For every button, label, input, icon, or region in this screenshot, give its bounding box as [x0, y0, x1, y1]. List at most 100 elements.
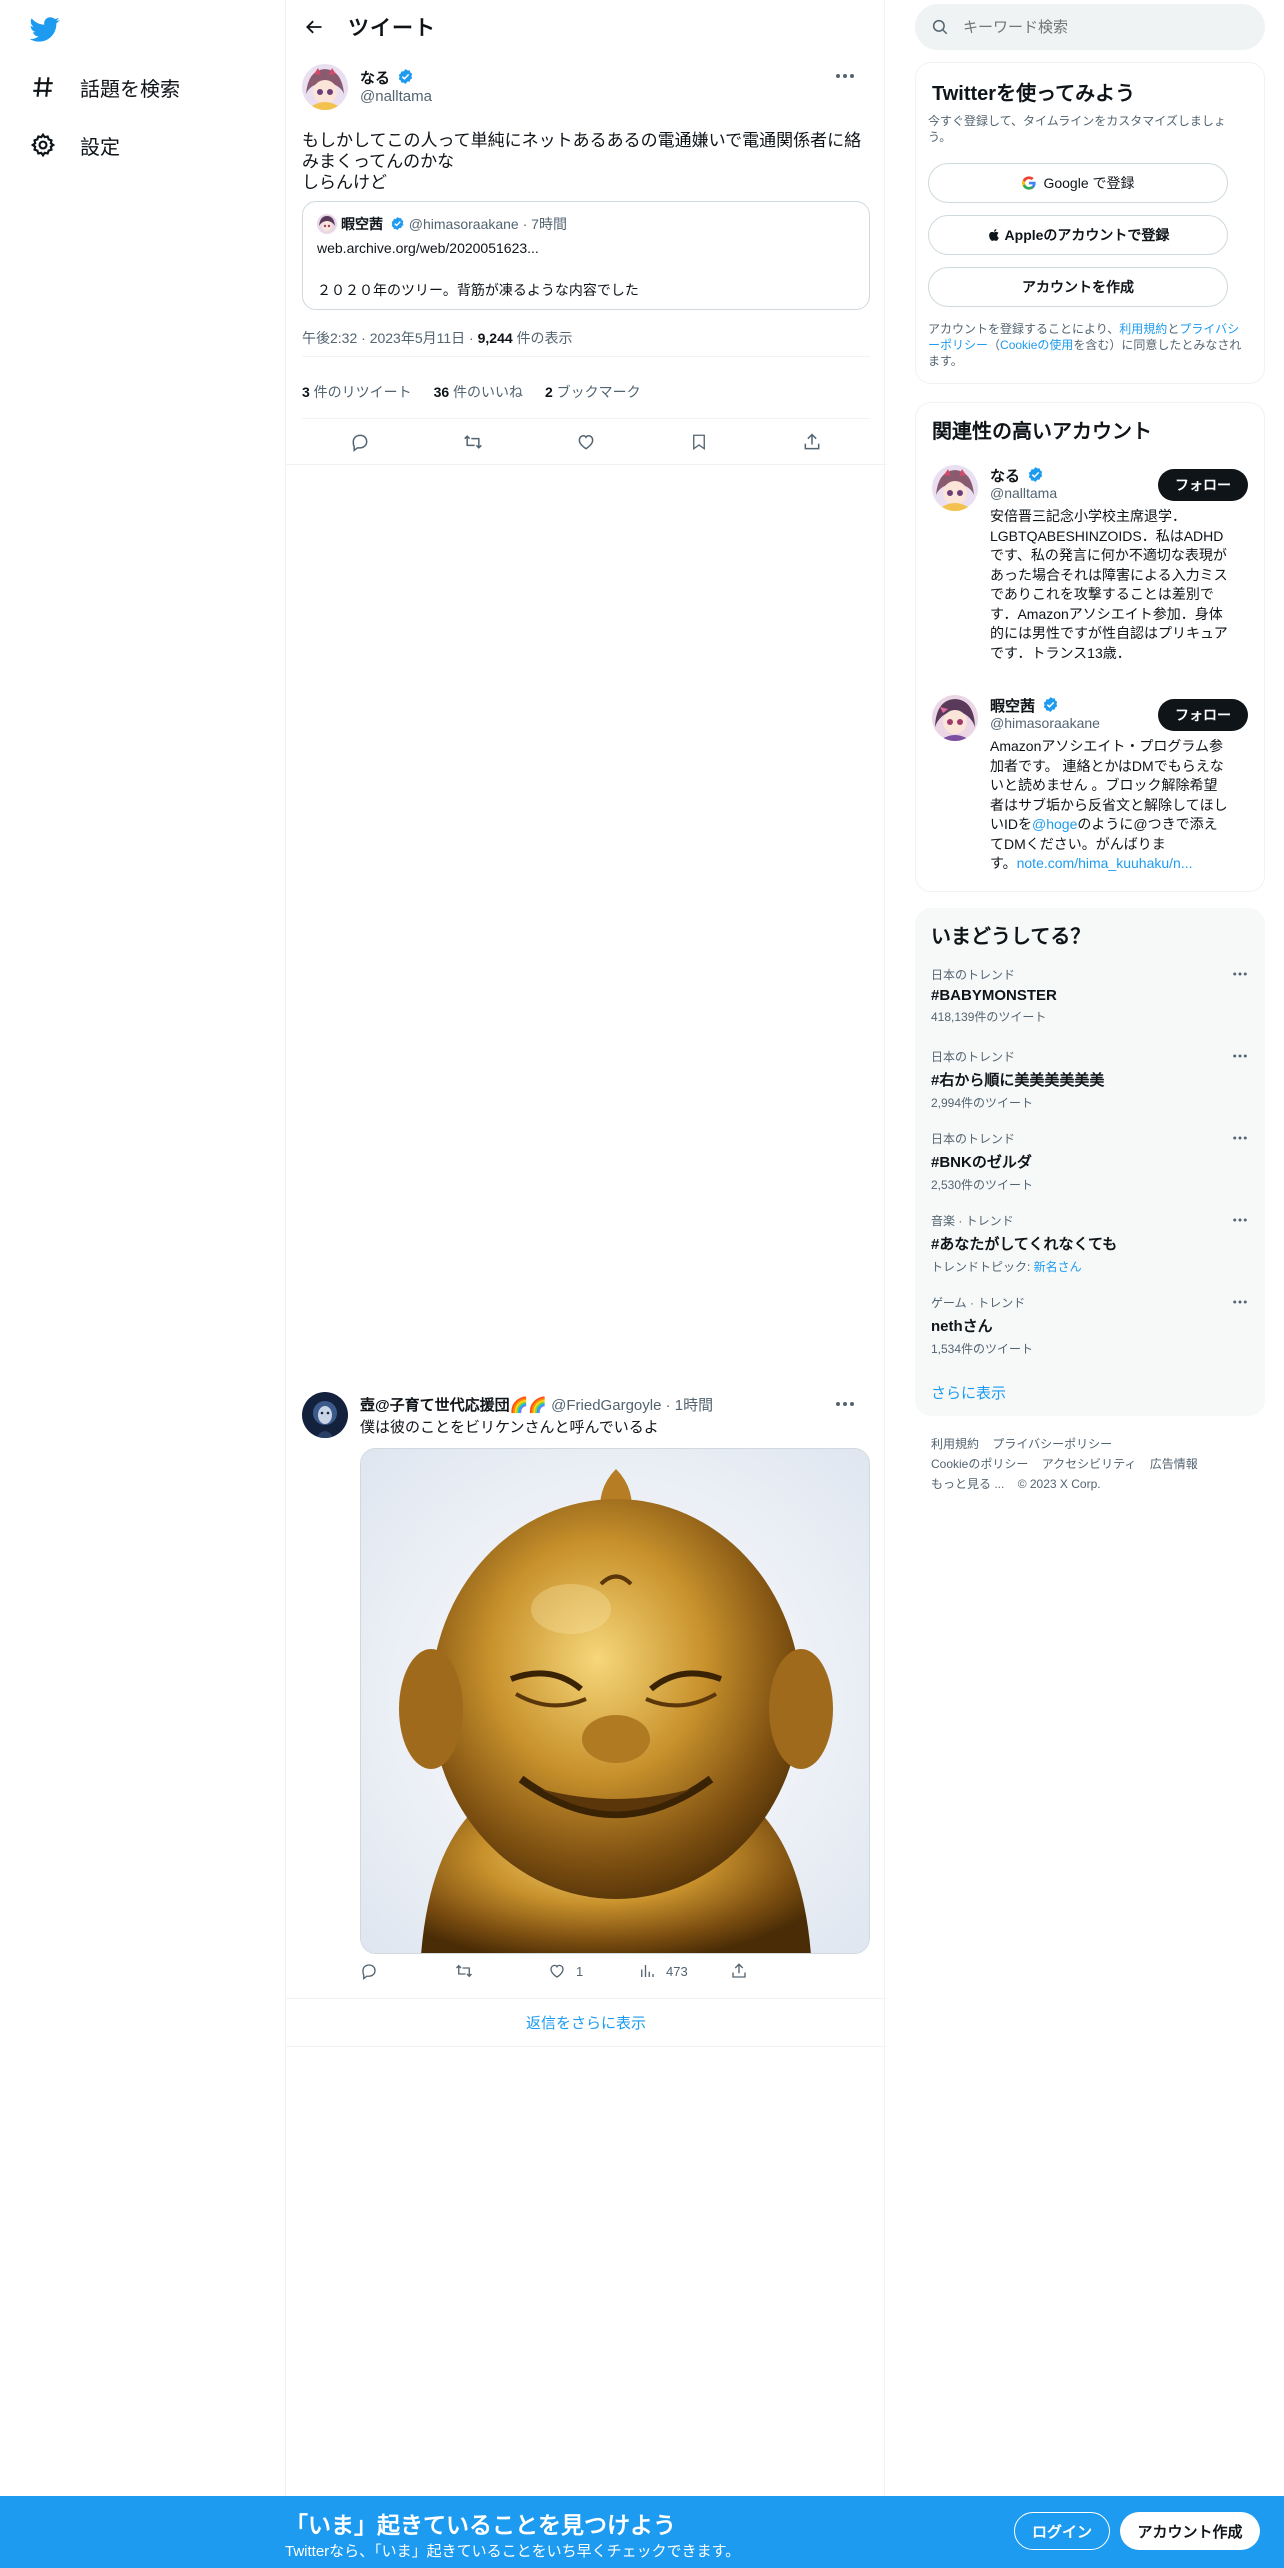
quote-link[interactable]: web.archive.org/web/2020051623...: [317, 240, 539, 256]
follow-button[interactable]: フォロー: [1158, 469, 1248, 501]
reply-icon: [360, 1962, 378, 1980]
reply-action-like[interactable]: 1: [548, 1962, 583, 1980]
avatar[interactable]: [302, 1392, 348, 1438]
more-options-icon[interactable]: [1231, 968, 1249, 980]
account-handle[interactable]: @himasoraakane: [990, 715, 1100, 731]
apple-signup-button[interactable]: Appleのアカウントで登録: [928, 215, 1228, 255]
footer-accessibility-link[interactable]: アクセシビリティ: [1042, 1457, 1137, 1471]
bio-mention-link[interactable]: @hoge: [1032, 816, 1077, 832]
nav-explore[interactable]: 話題を検索: [26, 62, 180, 112]
login-button[interactable]: ログイン: [1014, 2512, 1110, 2550]
trend-item[interactable]: ゲーム · トレンド nethさん 1,534件のツイート: [931, 1294, 1249, 1364]
footer-cookie-link[interactable]: Cookieのポリシー: [931, 1457, 1028, 1471]
search-box[interactable]: [915, 4, 1265, 50]
more-options-icon[interactable]: [1231, 1296, 1249, 1308]
more-options-icon[interactable]: [834, 68, 856, 84]
bookmark-icon[interactable]: [681, 424, 717, 460]
quote-body: ２０２０年のツリー。背筋が凍るような内容でした: [317, 282, 639, 298]
footer-more-link[interactable]: もっと見る ...: [931, 1477, 1004, 1491]
hashtag-icon: [26, 70, 60, 104]
more-options-icon[interactable]: [834, 1396, 856, 1412]
author-name[interactable]: なる: [360, 70, 390, 87]
reply-tweet[interactable]: 壺@子育て世代応援団🌈🌈 @FriedGargoyle · 1時間 僕は彼のこと…: [302, 1392, 870, 1994]
trend-item[interactable]: 日本のトレンド #BABYMONSTER 418,139件のツイート: [931, 966, 1249, 1036]
trend-name: #あなたがしてくれなくても: [931, 1236, 1118, 1253]
nav-explore-label: 話題を検索: [80, 78, 180, 101]
reply-time[interactable]: · 1時間: [666, 1397, 714, 1414]
signup-banner: 「いま」起きていることを見つけよう Twitterなら、「いま」起きていることを…: [0, 2496, 1284, 2568]
quoted-tweet[interactable]: 暇空茜 @himasoraakane · 7時間 web.archive.org…: [302, 201, 870, 310]
signup-button[interactable]: アカウント作成: [1120, 2512, 1260, 2550]
more-options-icon[interactable]: [1231, 1132, 1249, 1144]
verified-badge-icon: [1027, 466, 1044, 483]
reply-author-handle[interactable]: @FriedGargoyle: [551, 1397, 661, 1414]
bio-text: のように@つきで添え: [1077, 816, 1218, 832]
avatar[interactable]: [302, 64, 348, 110]
avatar[interactable]: [932, 465, 978, 511]
tweet-text: もしかしてこの人って単純にネットあるあるの電通嫌いで電通関係者に絡 みまくってん…: [302, 130, 870, 193]
tweet-text-line: しらんけど: [302, 173, 387, 192]
reply-author-name[interactable]: 壺@子育て世代応援団🌈🌈: [360, 1397, 547, 1414]
author-line: なる: [360, 67, 414, 88]
signup-card: Twitterを使ってみよう 今すぐ登録して、タイムラインをカスタマイズしましょ…: [915, 62, 1265, 384]
terms-link[interactable]: 利用規約: [1119, 322, 1167, 336]
retweet-icon: [454, 1962, 474, 1980]
main-tweet: なる @nalltama もしかしてこの人って単純にネットあるあるの電通嫌いで電…: [302, 64, 870, 464]
footer-ads-link[interactable]: 広告情報: [1150, 1457, 1198, 1471]
more-options-icon[interactable]: [1231, 1214, 1249, 1226]
account-name[interactable]: 暇空茜: [990, 698, 1035, 715]
reply-author-line: 壺@子育て世代応援団🌈🌈 @FriedGargoyle · 1時間: [360, 1394, 713, 1415]
show-more-replies-link[interactable]: 返信をさらに表示: [286, 2012, 886, 2033]
reply-action-retweet[interactable]: [454, 1962, 474, 1980]
likes-stat[interactable]: 36 件のいいね: [434, 384, 523, 400]
trend-topic-link[interactable]: 新名さん: [1034, 1260, 1082, 1274]
account-handle[interactable]: @nalltama: [990, 485, 1057, 501]
trends-show-more[interactable]: さらに表示: [931, 1382, 1006, 1403]
retweets-count: 3: [302, 384, 310, 400]
nav-settings[interactable]: 設定: [26, 120, 120, 170]
share-icon: [730, 1962, 748, 1980]
reply-action-reply[interactable]: [360, 1962, 378, 1980]
share-icon[interactable]: [794, 424, 830, 460]
follow-button[interactable]: フォロー: [1158, 699, 1248, 731]
trend-item[interactable]: 音楽 · トレンド #あなたがしてくれなくても トレンドトピック: 新名さん: [931, 1212, 1249, 1282]
google-logo-icon: [1021, 175, 1037, 191]
reply-action-views[interactable]: 473: [638, 1962, 688, 1980]
signup-terms: アカウントを登録することにより、利用規約とプライバシーポリシー（Cookieの使…: [928, 321, 1250, 369]
tweet-timestamp[interactable]: 午後2:32 · 2023年5月11日 ·: [302, 330, 478, 346]
bio-line: てDMください。がんばりま: [990, 835, 1166, 852]
back-arrow-icon[interactable]: [294, 7, 334, 47]
bookmarks-stat[interactable]: 2 ブックマーク: [545, 384, 641, 400]
trend-name: #BABYMONSTER: [931, 987, 1057, 1004]
create-account-button[interactable]: アカウントを作成: [928, 267, 1228, 307]
terms-text: アカウントを登録することにより、: [928, 322, 1120, 336]
trend-item[interactable]: 日本のトレンド #BNKのゼルダ 2,530件のツイート: [931, 1130, 1249, 1200]
trend-count: 2,994件のツイート: [931, 1096, 1034, 1110]
trend-item[interactable]: 日本のトレンド #右から順に美美美美美美 2,994件のツイート: [931, 1048, 1249, 1118]
like-icon: [548, 1962, 566, 1980]
reply-image[interactable]: [360, 1448, 870, 1954]
bio-url-link[interactable]: note.com/hima_kuuhaku/n...: [1017, 855, 1193, 871]
avatar[interactable]: [932, 695, 978, 741]
retweet-icon[interactable]: [455, 424, 491, 460]
cookie-link[interactable]: Cookieの使用: [1000, 338, 1073, 352]
like-icon[interactable]: [568, 424, 604, 460]
search-input[interactable]: [963, 18, 1243, 36]
reply-icon[interactable]: [342, 424, 378, 460]
google-signup-button[interactable]: Google で登録: [928, 163, 1228, 203]
bio-line: Amazonアソシエイト・プログラム参: [990, 738, 1223, 754]
more-options-icon[interactable]: [1231, 1050, 1249, 1062]
author-handle[interactable]: @nalltama: [360, 88, 432, 105]
footer-terms-link[interactable]: 利用規約: [931, 1437, 979, 1451]
views-label: 件の表示: [512, 330, 573, 346]
retweets-stat[interactable]: 3 件のリツイート: [302, 384, 412, 400]
likes-count: 36: [433, 384, 450, 400]
tweet-stats: 3 件のリツイート 36 件のいいね 2 ブックマーク: [302, 382, 641, 402]
account-name[interactable]: なる: [990, 468, 1020, 485]
reply-action-share[interactable]: [730, 1962, 748, 1980]
create-account-label: アカウントを作成: [1022, 279, 1134, 295]
footer-privacy-link[interactable]: プライバシーポリシー: [992, 1437, 1112, 1451]
twitter-logo-icon[interactable]: [28, 14, 62, 44]
reply-like-count: 1: [576, 1963, 584, 1979]
reply-view-count: 473: [666, 1963, 688, 1979]
